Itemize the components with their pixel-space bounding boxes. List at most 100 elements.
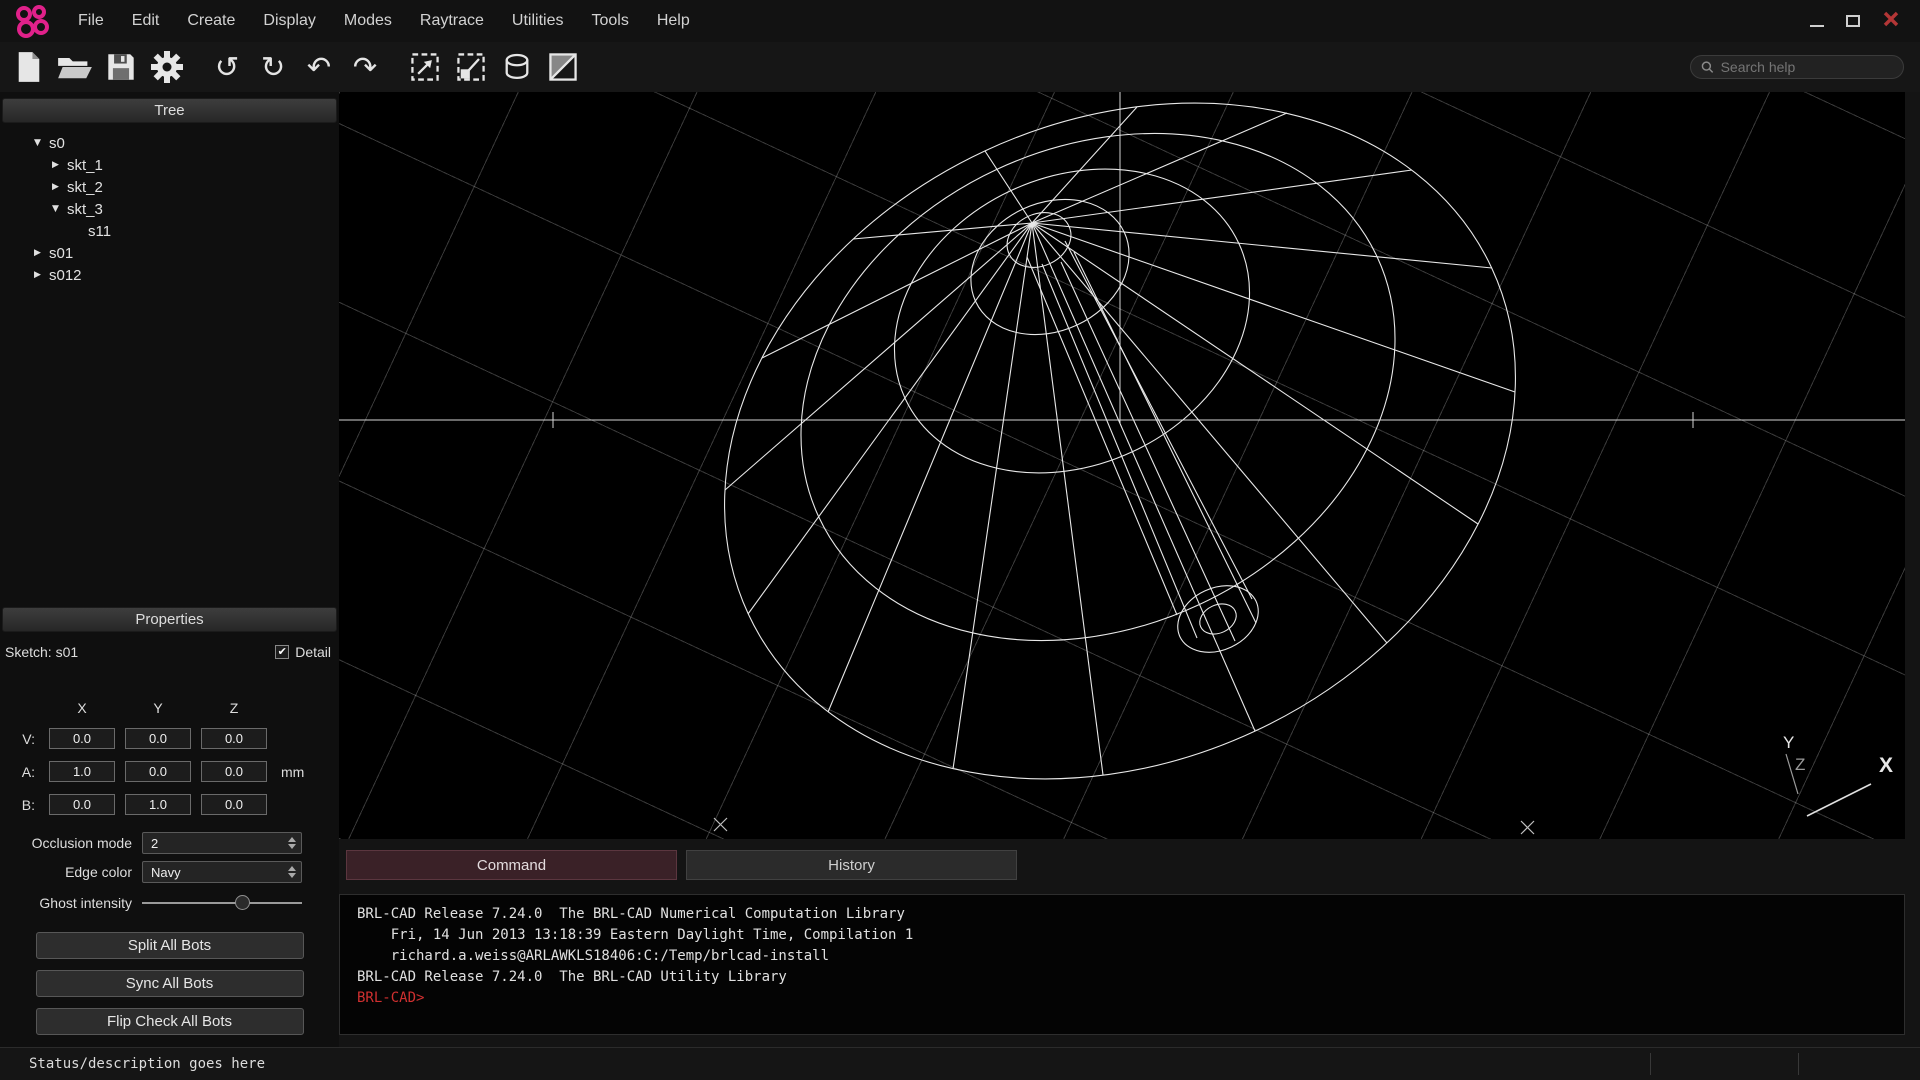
- menu-create[interactable]: Create: [173, 0, 249, 42]
- tree-item-label: s012: [49, 266, 82, 284]
- view-cross-marker: [713, 817, 1535, 835]
- toolbar: ↺ ↻ ↶ ↷: [0, 42, 1920, 92]
- tree-panel-header: Tree: [2, 98, 337, 123]
- properties-panel-title: Properties: [135, 611, 204, 628]
- command-console[interactable]: BRL-CAD Release 7.24.0 The BRL-CAD Numer…: [339, 894, 1905, 1035]
- framebuffer-button[interactable]: [540, 45, 586, 89]
- expand-arrow-icon[interactable]: ▶: [49, 160, 62, 170]
- sync-all-bots-button[interactable]: Sync All Bots: [35, 970, 304, 997]
- slider-track[interactable]: [142, 902, 302, 904]
- tree-item-label: s01: [49, 244, 74, 262]
- spinner-arrows-icon[interactable]: [288, 837, 296, 849]
- tree-item-label: skt_1: [67, 156, 103, 174]
- console-prompt: BRL-CAD>: [357, 990, 425, 1006]
- row-label-v: V:: [22, 730, 35, 747]
- v-x-field[interactable]: [49, 728, 115, 749]
- settings-button[interactable]: [144, 45, 190, 89]
- detail-checkbox[interactable]: ✔: [275, 645, 290, 659]
- raytrace-button[interactable]: [494, 45, 540, 89]
- axis-x-label: X: [1879, 754, 1893, 777]
- tree-item-skt2[interactable]: ▶ skt_2: [0, 176, 339, 198]
- a-z-field[interactable]: [201, 761, 267, 782]
- slider-thumb[interactable]: [234, 895, 250, 910]
- b-y-field[interactable]: [125, 794, 191, 815]
- col-header-x: X: [77, 700, 87, 716]
- spinner-arrows-icon[interactable]: [288, 866, 296, 878]
- ghost-intensity-slider[interactable]: [142, 893, 302, 913]
- tree-item-s01[interactable]: ▶ s01: [0, 242, 339, 264]
- console-line: BRL-CAD Release 7.24.0 The BRL-CAD Utili…: [357, 969, 787, 985]
- flip-check-all-bots-button[interactable]: Flip Check All Bots: [35, 1008, 304, 1035]
- close-button[interactable]: [1882, 10, 1900, 33]
- menu-file[interactable]: File: [64, 0, 118, 42]
- tree-item-label: s0: [49, 134, 65, 152]
- expand-arrow-icon[interactable]: ▶: [31, 248, 44, 258]
- tree-item-label: skt_3: [67, 200, 103, 218]
- menu-raytrace[interactable]: Raytrace: [406, 0, 498, 42]
- status-text: Status/description goes here: [29, 1056, 266, 1072]
- v-y-field[interactable]: [125, 728, 191, 749]
- fit-view-button[interactable]: [402, 45, 448, 89]
- axis-indicator: Y Z X: [1783, 733, 1893, 817]
- tree-item-s012[interactable]: ▶ s012: [0, 264, 339, 286]
- b-x-field[interactable]: [49, 794, 115, 815]
- console-line: BRL-CAD Release 7.24.0 The BRL-CAD Numer…: [357, 906, 905, 922]
- axis-y-label: Y: [1783, 733, 1794, 752]
- tree-item-skt3[interactable]: ▼ skt_3: [0, 198, 339, 220]
- geometry-tree: ▼ s0 ▶ skt_1 ▶ skt_2 ▼ skt_3 s11 ▶ s01 ▶…: [0, 123, 339, 601]
- col-header-z: Z: [229, 700, 239, 716]
- v-z-field[interactable]: [201, 728, 267, 749]
- tree-item-label: skt_2: [67, 178, 103, 196]
- a-x-field[interactable]: [49, 761, 115, 782]
- tree-item-s0[interactable]: ▼ s0: [0, 132, 339, 154]
- left-panel: Tree ▼ s0 ▶ skt_1 ▶ skt_2 ▼ skt_3 s11 ▶ …: [0, 92, 339, 1047]
- brlcad-logo-icon: [12, 3, 52, 39]
- undo-button[interactable]: ↺: [204, 45, 250, 89]
- tree-item-s11[interactable]: s11: [0, 220, 339, 242]
- ghost-intensity-label: Ghost intensity: [39, 895, 132, 911]
- status-divider: [1798, 1053, 1799, 1075]
- 3d-viewport[interactable]: Y Z X: [339, 92, 1905, 839]
- search-input[interactable]: [1720, 59, 1893, 75]
- save-button[interactable]: [98, 45, 144, 89]
- select-component-button[interactable]: [448, 45, 494, 89]
- right-area: Y Z X Command History BRL-CAD Release 7.…: [339, 92, 1920, 1047]
- tab-command[interactable]: Command: [346, 850, 677, 880]
- new-file-button[interactable]: [6, 45, 52, 89]
- maximize-button[interactable]: [1846, 15, 1860, 27]
- expand-arrow-icon[interactable]: ▶: [31, 270, 44, 280]
- window-controls: [1810, 10, 1910, 33]
- properties-panel-header: Properties: [2, 607, 337, 632]
- menu-utilities[interactable]: Utilities: [498, 0, 578, 42]
- tab-history[interactable]: History: [686, 850, 1017, 880]
- menu-modes[interactable]: Modes: [330, 0, 406, 42]
- menu-edit[interactable]: Edit: [118, 0, 174, 42]
- b-z-field[interactable]: [201, 794, 267, 815]
- expand-arrow-icon[interactable]: ▶: [49, 182, 62, 192]
- menu-help[interactable]: Help: [643, 0, 704, 42]
- console-tabs: Command History: [339, 850, 1905, 880]
- row-label-a: A:: [21, 763, 35, 780]
- a-y-field[interactable]: [125, 761, 191, 782]
- rotate-right-button[interactable]: ↷: [342, 45, 388, 89]
- sketch-label: Sketch: s01: [5, 644, 79, 660]
- occlusion-mode-select[interactable]: 2: [142, 832, 302, 854]
- redo-button[interactable]: ↻: [250, 45, 296, 89]
- status-divider: [1650, 1053, 1651, 1075]
- tree-item-skt1[interactable]: ▶ skt_1: [0, 154, 339, 176]
- menu-tools[interactable]: Tools: [577, 0, 642, 42]
- open-folder-icon: [58, 58, 92, 79]
- detail-toggle[interactable]: ✔ Detail: [275, 644, 331, 660]
- col-header-y: Y: [153, 700, 163, 716]
- rotate-left-button[interactable]: ↶: [296, 45, 342, 89]
- console-line: richard.a.weiss@ARLAWKLS18406:C:/Temp/br…: [357, 948, 830, 964]
- expand-arrow-icon[interactable]: ▼: [49, 204, 62, 214]
- menu-display[interactable]: Display: [249, 0, 329, 42]
- occlusion-mode-label: Occlusion mode: [31, 835, 132, 851]
- edge-color-select[interactable]: Navy: [142, 861, 302, 883]
- expand-arrow-icon[interactable]: ▼: [31, 138, 44, 148]
- open-file-button[interactable]: [52, 45, 98, 89]
- minimize-button[interactable]: [1810, 25, 1824, 27]
- console-line: Fri, 14 Jun 2013 13:18:39 Eastern Daylig…: [357, 927, 914, 943]
- split-all-bots-button[interactable]: Split All Bots: [35, 932, 304, 959]
